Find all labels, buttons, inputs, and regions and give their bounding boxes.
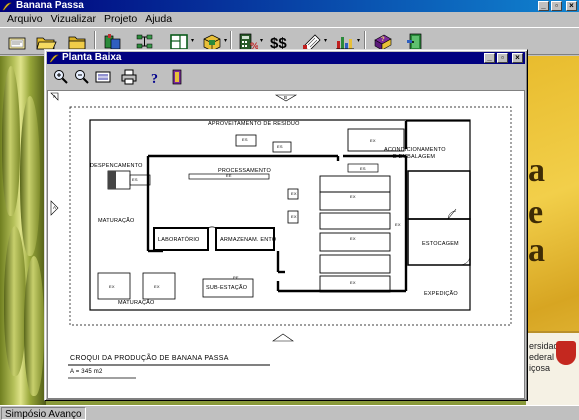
package-dropdown-arrow[interactable]: ▾ [224,38,229,44]
background-letter: a [528,232,545,269]
equipment-code: ES [360,166,366,171]
menu-arquivo[interactable]: Arquivo [3,12,47,27]
label-aproveitamento: APROVEITAMENTO DE RESÍDUO [208,121,300,127]
background-letter: e [528,194,544,231]
fit-view-button[interactable] [93,67,113,87]
equipment-code: ES [277,144,283,149]
equipment-code: PE [233,275,239,280]
equipment-code: EE [226,173,232,178]
child-app-icon [49,54,59,63]
zoom-out-icon [75,70,89,84]
crest-text: ederal [529,352,555,362]
marker-label-a-left: A [53,205,57,210]
menu-ajuda[interactable]: Ajuda [141,12,176,27]
crest-text: ersidade [529,341,564,351]
background-letter: a [528,152,545,189]
status-bar: Simpósio Avanço [0,405,579,420]
zoom-out-button[interactable] [72,67,92,87]
equipment-code: ES [242,137,248,142]
plan-area: A = 345 m2 [70,369,103,375]
print-icon [121,69,137,85]
equipment-code: EX [154,284,160,289]
label-maturacao: MATURAÇÃO [98,218,135,224]
equipment-code: EX [350,280,356,285]
equipment-code: EX [370,138,376,143]
app-icon [2,2,12,11]
label-maturacao-2: MATURAÇÃO [118,300,155,306]
equipment-code: EX [395,222,401,227]
app-titlebar: Banana Passa _ ▫ × [0,0,579,12]
floor-plan-canvas[interactable]: APROVEITAMENTO DE RESÍDUO DESPENCAMENTO … [47,90,525,399]
bar-chart-dropdown-arrow[interactable]: ▾ [357,38,362,44]
equipment-code: EX [291,214,297,219]
zoom-in-button[interactable] [51,67,71,87]
plan-title: CROQUI DA PRODUÇÃO DE BANANA PASSA [70,355,229,362]
floor-plan-window: Planta Baixa _ ▫ × ? APROVEITAMENTO DE R… [44,49,528,401]
banana-photo [0,56,46,405]
minimize-button[interactable]: _ [538,1,549,11]
marker-label-a: A [53,94,57,99]
label-laboratorio: LABORATÓRIO [158,237,200,243]
marker-label-b: B [284,95,288,100]
equipment-code: ES [132,177,138,182]
help-icon: ? [151,72,158,85]
help-button[interactable]: ? [145,67,165,87]
child-maximize-button[interactable]: ▫ [497,53,508,63]
child-minimize-button[interactable]: _ [484,53,495,63]
equipment-code: EX [350,236,356,241]
app-title: Banana Passa [16,0,84,11]
notepad-dropdown-arrow[interactable]: ▾ [324,38,329,44]
fit-view-icon [95,71,111,83]
close-button[interactable]: × [566,1,577,11]
close-plan-button[interactable] [167,67,187,87]
crest-text: içosa [529,363,551,373]
equipment-code: EX [291,191,297,196]
university-seal-icon [556,341,576,365]
child-titlebar: Planta Baixa _ ▫ × [47,52,525,64]
svg-text:?: ? [381,37,385,43]
svg-text:?: ? [151,72,158,85]
calculator-dropdown-arrow[interactable]: ▾ [260,38,265,44]
university-logo: ersidade ederal içosa [526,331,579,405]
label-estocagem: ESTOCAGEM [422,241,459,247]
label-sub-estacao: SUB-ESTAÇÃO [206,285,248,291]
label-expedicao: EXPEDIÇÃO [424,291,458,297]
banana-background-right: a e a ersidade ederal içosa [526,56,579,405]
new-file-button[interactable] [4,31,30,53]
child-title: Planta Baixa [62,52,122,63]
label-acondicionamento: ACONDICIONAMENTO E EMBALAGEM [384,147,446,160]
print-button[interactable] [119,67,139,87]
floor-plan-dropdown-arrow[interactable]: ▾ [191,38,196,44]
menu-projeto[interactable]: Projeto [100,12,141,27]
zoom-in-icon [54,70,68,84]
restore-button[interactable]: ▫ [551,1,562,11]
equipment-code: EX [109,284,115,289]
status-panel: Simpósio Avanço [1,407,86,420]
new-file-icon [8,37,26,50]
equipment-code: EX [350,194,356,199]
exit-icon [172,69,182,85]
child-toolbar: ? [47,65,525,89]
menu-bar: Arquivo Vizualizar Projeto Ajuda [0,12,579,27]
child-close-button[interactable]: × [512,53,523,63]
section-marker-b-bottom [272,333,294,342]
label-despencamento: DESPENCAMENTO [90,163,143,169]
label-armazenamento: ARMAZENAM. ENTO [220,237,277,243]
menu-vizualizar[interactable]: Vizualizar [47,12,100,27]
